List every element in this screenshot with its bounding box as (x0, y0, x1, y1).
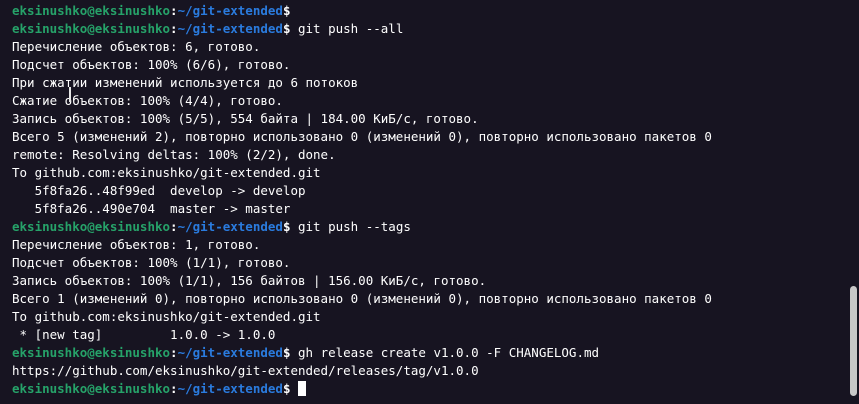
terminal-output[interactable]: eksinushko@eksinushko:~/git-extended$ eks… (12, 2, 842, 398)
prompt-line: eksinushko@eksinushko:~/git-extended$ (12, 2, 842, 20)
text-cursor-block (298, 381, 306, 396)
prompt-path: ~/git-extended (177, 345, 283, 360)
prompt-separator: : (170, 21, 178, 36)
prompt-line: eksinushko@eksinushko:~/git-extended$ gi… (12, 218, 842, 236)
prompt-path: ~/git-extended (177, 381, 283, 396)
prompt-path: ~/git-extended (177, 219, 283, 234)
ibeam-cursor-icon (67, 86, 73, 103)
output-line: Запись объектов: 100% (1/1), 156 байтов … (12, 273, 487, 288)
prompt-user-host: eksinushko@eksinushko (12, 3, 171, 18)
output-line: Подсчет объектов: 100% (6/6), готово. (12, 57, 291, 72)
output-line: Запись объектов: 100% (5/5), 554 байта |… (12, 111, 479, 126)
prompt-user-host: eksinushko@eksinushko (12, 21, 171, 36)
prompt-line: eksinushko@eksinushko:~/git-extended$ gi… (12, 20, 842, 38)
prompt-user-host: eksinushko@eksinushko (12, 219, 171, 234)
command-text: gh release create v1.0.0 -F CHANGELOG.md (290, 345, 600, 360)
output-line: * [new tag] 1.0.0 -> 1.0.0 (12, 327, 276, 342)
output-line: Всего 5 (изменений 2), повторно использо… (12, 129, 712, 144)
prompt-user-host: eksinushko@eksinushko (12, 381, 171, 396)
output-line: Всего 1 (изменений 0), повторно использо… (12, 291, 712, 306)
output-line: Сжатие объектов: 100% (4/4), готово. (12, 93, 283, 108)
output-line: При сжатии изменений используется до 6 п… (12, 75, 359, 90)
scrollbar-thumb[interactable] (850, 286, 857, 396)
prompt-separator: : (170, 381, 178, 396)
output-line: Перечисление объектов: 6, готово. (12, 39, 261, 54)
command-text (290, 381, 298, 396)
output-line: remote: Resolving deltas: 100% (2/2), do… (12, 147, 336, 162)
prompt-path: ~/git-extended (177, 21, 283, 36)
prompt-path: ~/git-extended (177, 3, 283, 18)
prompt-user-host: eksinushko@eksinushko (12, 345, 171, 360)
prompt-line: eksinushko@eksinushko:~/git-extended$ (12, 380, 842, 398)
prompt-separator: : (170, 219, 178, 234)
terminal-window[interactable]: eksinushko@eksinushko:~/git-extended$ eks… (0, 0, 859, 404)
output-line: Подсчет объектов: 100% (1/1), готово. (12, 255, 291, 270)
command-text: git push --all (290, 21, 404, 36)
output-line: Перечисление объектов: 1, готово. (12, 237, 261, 252)
output-line: 5f8fa26..490e704 master -> master (12, 201, 291, 216)
prompt-symbol: $ (282, 3, 291, 18)
output-line: https://github.com/eksinushko/git-extend… (12, 363, 479, 378)
output-line: 5f8fa26..48f99ed develop -> develop (12, 183, 306, 198)
prompt-separator: : (170, 3, 178, 18)
output-line: To github.com:eksinushko/git-extended.gi… (12, 309, 321, 324)
prompt-line: eksinushko@eksinushko:~/git-extended$ gh… (12, 344, 842, 362)
prompt-separator: : (170, 345, 178, 360)
command-text: git push --tags (290, 219, 411, 234)
output-line: To github.com:eksinushko/git-extended.gi… (12, 165, 321, 180)
